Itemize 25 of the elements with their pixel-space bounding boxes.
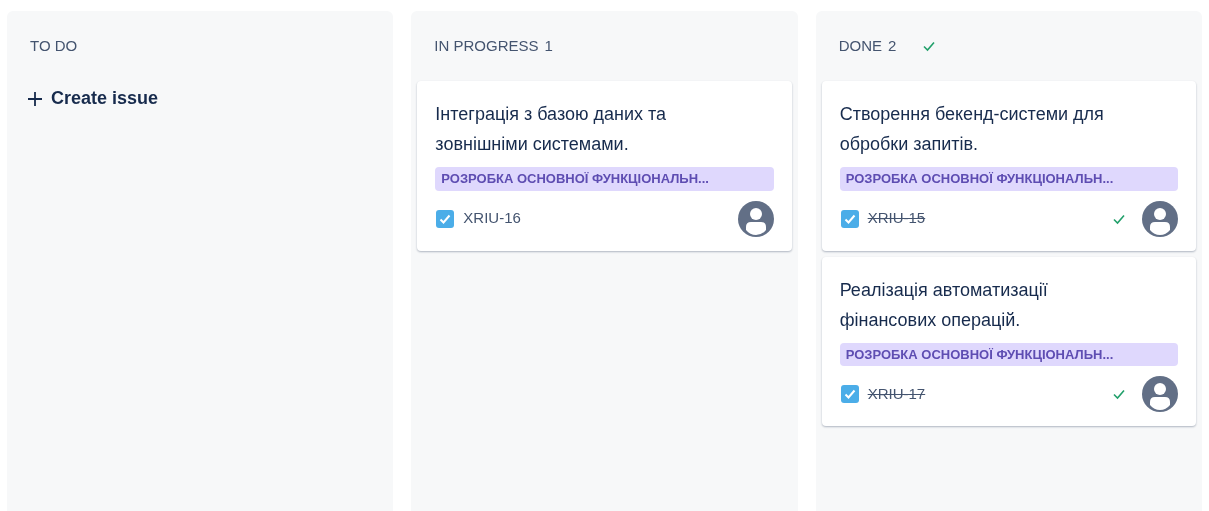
checkbox-icon — [839, 208, 860, 229]
issue-summary: Реалізація автоматизації фінансових операцій. — [839, 278, 1049, 332]
create-issue-button[interactable]: Create issue — [13, 81, 173, 116]
issue-card[interactable]: Створення бекенд-системи для обробки запитів. РОЗРОБКА ОСНОВНОЇ ФУНКЦІОНАЛЬН... XRIU-15 — [821, 81, 1196, 251]
issue-key[interactable]: XRIU-15 — [867, 207, 926, 230]
epic-tag[interactable]: РОЗРОБКА ОСНОВНОЇ ФУНКЦІОНАЛЬН... — [435, 167, 774, 191]
issue-card[interactable]: Інтеграція з базою даних та зовнішніми системами. РОЗРОБКА ОСНОВНОЇ ФУНКЦІОНАЛЬН... XRIU-16 — [417, 81, 792, 251]
epic-tag[interactable]: РОЗРОБКА ОСНОВНОЇ ФУНКЦІОНАЛЬН... — [839, 342, 1178, 366]
issue-count: 1 — [544, 35, 553, 56]
issue-key[interactable]: XRIU-16 — [463, 207, 521, 230]
avatar-icon[interactable] — [1142, 376, 1178, 412]
column-title: IN PROGRESS — [434, 35, 539, 56]
checkbox-icon — [839, 384, 860, 404]
issue-card[interactable]: Реалізація автоматизації фінансових операцій. РОЗРОБКА ОСНОВНОЇ ФУНКЦІОНАЛЬН... XRIU-17 — [821, 256, 1196, 426]
column-title: TO DO — [30, 35, 78, 56]
issue-summary: Створення бекенд-системи для обробки запитів. — [839, 103, 1105, 156]
avatar-icon[interactable] — [737, 200, 774, 237]
checkbox-icon — [435, 208, 456, 229]
epic-tag[interactable]: РОЗРОБКА ОСНОВНОЇ ФУНКЦІОНАЛЬН... — [839, 167, 1178, 191]
avatar-icon[interactable] — [1142, 200, 1178, 237]
issue-summary: Інтеграція з базою даних та зовнішніми системами. — [435, 103, 668, 156]
plus-icon — [27, 90, 43, 107]
issue-key[interactable]: XRIU-17 — [867, 382, 926, 406]
column-title: DONE — [838, 35, 882, 56]
issue-count: 2 — [888, 35, 897, 56]
